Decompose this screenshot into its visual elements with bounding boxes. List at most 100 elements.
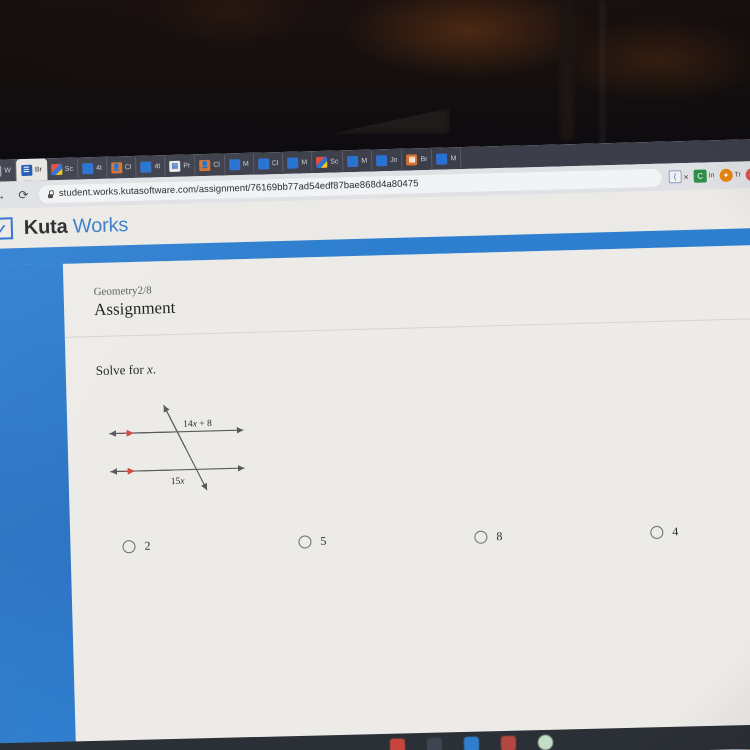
window-favicon: ▤ [406, 153, 418, 166]
star-extension-icon[interactable]: ✦ [719, 168, 733, 183]
tab-title: Pr [183, 161, 191, 170]
document-favicon: W [0, 165, 2, 177]
extension-item[interactable]: ✦ Tr [719, 168, 741, 183]
tab-title: Cl [213, 161, 221, 169]
browser-tab[interactable]: W W [0, 160, 17, 181]
answer-choice-4[interactable]: 4 [650, 521, 750, 541]
tab-title: 4t [154, 162, 161, 170]
radio-button[interactable] [298, 535, 312, 549]
upper-parallel-line-left-arrow [109, 430, 172, 438]
lock-icon [47, 190, 54, 198]
extension-tray: ⟨ × C In ✦ Tr ⊖ Lo [668, 168, 750, 184]
extension-item[interactable]: ⊖ Lo [745, 168, 750, 182]
answer-choice-2[interactable]: 5 [298, 530, 474, 550]
classroom-favicon: 👤 [199, 159, 211, 171]
kuta-checkmark-icon[interactable]: ✓ [0, 217, 14, 240]
answer-choice-3[interactable]: 8 [474, 525, 650, 545]
background-object [600, 0, 605, 150]
app-rose-icon[interactable] [500, 735, 517, 750]
question-prompt: Solve for x. [96, 345, 750, 379]
tab-title: Br [420, 155, 428, 163]
browser-tab[interactable]: 👤 M [224, 153, 255, 175]
angle-label-top: 14x + 8 [183, 419, 212, 430]
page-body: Geometry2/8 Assignment Solve for x. 14x … [0, 244, 750, 750]
extension-item[interactable]: ⟨ × [668, 170, 689, 184]
question-block: Solve for x. 14x + 8 15x 2 5 8 4 [65, 319, 750, 556]
browser-tab[interactable]: 👤 Cl [253, 152, 284, 174]
tab-title: 4t [95, 164, 102, 172]
browser-tab[interactable]: 👤 Cl [195, 154, 226, 176]
browser-tab-active[interactable]: ☰ Br [15, 158, 48, 182]
assignment-card: Geometry2/8 Assignment Solve for x. 14x … [62, 244, 750, 750]
browser-tab[interactable]: 👤 Cl [106, 156, 137, 178]
tab-title: Cl [271, 159, 279, 167]
tab-title: Sc [330, 157, 339, 166]
extension-label: Tr [734, 171, 741, 179]
answer-choice-label: 4 [672, 524, 679, 539]
contact-favicon: 👤 [347, 155, 359, 167]
tab-title: Br [34, 165, 42, 174]
answer-choice-label: 8 [496, 529, 503, 544]
app-blue-icon[interactable] [463, 736, 480, 750]
browser-tab[interactable]: ▤ Pr [165, 155, 196, 177]
contact-favicon: 👤 [436, 152, 448, 165]
contact-favicon: 👤 [228, 158, 241, 170]
radio-button[interactable] [474, 530, 488, 545]
close-icon[interactable]: × [683, 171, 689, 181]
arrow-right-icon[interactable]: → [0, 186, 8, 203]
tab-title: M [301, 158, 308, 166]
browser-tab[interactable]: ▤ Br [402, 148, 433, 170]
angle-label-bottom: 15x [171, 477, 186, 487]
tab-title: W [4, 166, 11, 174]
document-favicon: ▤ [169, 160, 181, 172]
contact-favicon: 👤 [257, 157, 269, 170]
browser-tab[interactable]: 👤 4t [77, 157, 108, 179]
extension-item[interactable]: C In [693, 169, 715, 183]
brand-primary: Kuta [23, 215, 68, 239]
parallel-lines-transversal-diagram: 14x + 8 15x [100, 375, 750, 508]
bracket-extension-icon[interactable]: ⟨ [668, 170, 682, 184]
geometry-figure-svg: 14x + 8 15x [109, 405, 245, 491]
contact-favicon: 👤 [376, 154, 388, 166]
browser-tab[interactable]: Sc [46, 158, 79, 180]
reload-icon[interactable]: ⟳ [15, 186, 32, 203]
tab-title: Sc [64, 165, 74, 173]
browser-tab[interactable]: 👤 M [343, 150, 373, 172]
app-dark-icon[interactable] [426, 736, 443, 750]
tab-title: M [450, 154, 457, 162]
classroom-favicon [316, 156, 328, 168]
brand-logo[interactable]: Kuta Works [23, 214, 129, 239]
prompt-text-before: Solve for [95, 361, 148, 379]
block-extension-icon[interactable]: ⊖ [745, 168, 750, 182]
contact-favicon: 👤 [140, 160, 152, 173]
app-mint-icon[interactable] [537, 734, 554, 750]
photo-of-monitor: W W ☰ Br Sc 👤 4t 👤 Cl 👤 4t [0, 0, 750, 750]
answer-choice-label: 5 [320, 534, 327, 549]
app-red-icon[interactable] [389, 737, 406, 750]
browser-tab[interactable]: Sc [311, 151, 344, 173]
classroom-favicon: 👤 [110, 161, 123, 174]
browser-tab[interactable]: 👤 M [432, 148, 462, 169]
answer-choice-1[interactable]: 2 [122, 535, 298, 555]
brand-secondary: Works [72, 214, 129, 238]
tab-title: Jo [390, 156, 398, 164]
classroom-favicon [50, 163, 63, 175]
browser-tab[interactable]: 👤 M [283, 152, 313, 173]
background-object [330, 108, 450, 134]
grammar-extension-icon[interactable]: C [693, 169, 707, 183]
browser-tab[interactable]: 👤 Jo [371, 149, 403, 171]
answer-choice-label: 2 [144, 538, 151, 554]
tab-title: M [242, 160, 249, 168]
monitor-screen: W W ☰ Br Sc 👤 4t 👤 Cl 👤 4t [0, 138, 750, 750]
radio-button[interactable] [650, 525, 664, 540]
tab-title: Cl [124, 163, 132, 171]
radio-button[interactable] [122, 540, 136, 554]
background-object [560, 0, 574, 140]
contact-favicon: 👤 [287, 156, 299, 169]
extension-label: In [708, 172, 715, 180]
contact-favicon: 👤 [81, 162, 94, 174]
url-text: student.works.kutasoftware.com/assignmen… [58, 178, 419, 199]
notes-favicon: ☰ [20, 164, 33, 176]
lower-parallel-line-left-arrow [110, 468, 173, 476]
browser-tab[interactable]: 👤 4t [136, 156, 166, 177]
